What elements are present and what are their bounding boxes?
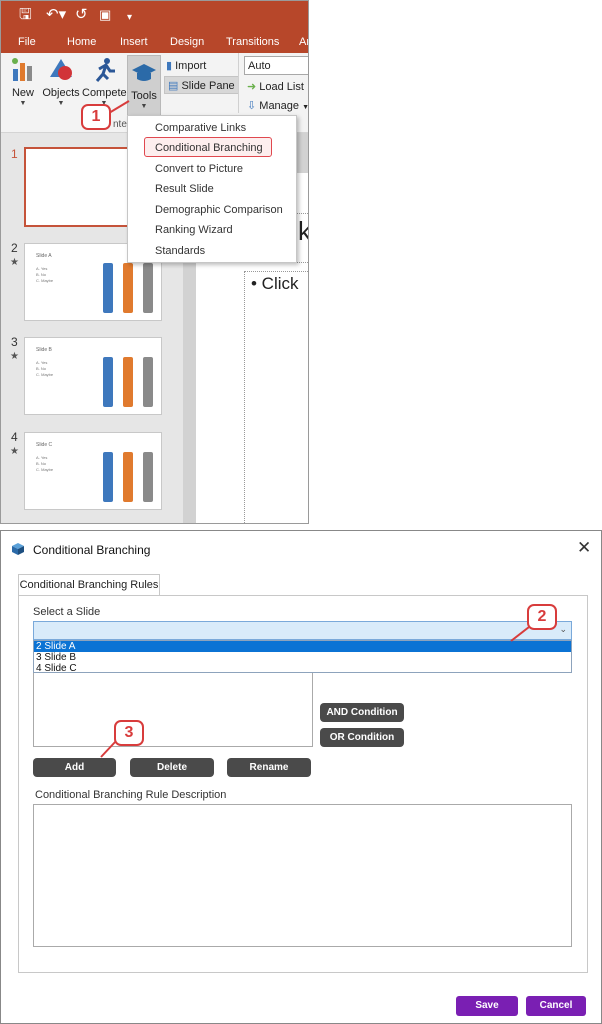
title-placeholder-text: k	[298, 216, 308, 247]
cancel-button[interactable]: Cancel	[526, 996, 586, 1016]
description-textarea[interactable]	[33, 804, 572, 947]
callout-pointers	[100, 626, 530, 758]
powerpoint-window: 🖫 ↶▾ ↺ ▣ ▾ File Home Insert Design Trans…	[0, 0, 309, 524]
chart-bar	[143, 357, 153, 407]
chart-bar	[123, 357, 133, 407]
conditional-branching-dialog: Conditional Branching ✕ Conditional Bran…	[0, 530, 602, 1024]
description-label: Conditional Branching Rule Description	[35, 789, 227, 801]
slide-title: Slide A	[36, 253, 52, 259]
menu-item-convert-to-picture[interactable]: Convert to Picture	[155, 163, 243, 175]
chart-bar	[123, 452, 133, 502]
menu-item-result-slide[interactable]: Result Slide	[155, 183, 214, 195]
slide-option: A. Yes	[36, 360, 48, 365]
slide-number: 4	[11, 430, 18, 444]
slide-number: 2	[11, 241, 18, 255]
slide-option: B. No	[36, 461, 47, 466]
slide-title: Slide C	[36, 442, 53, 448]
chart-bar	[143, 452, 153, 502]
slide-number: 3	[11, 335, 18, 349]
slide-option: A. Yes	[36, 266, 48, 271]
slide-thumbnail-4[interactable]: Slide C A. Yes B. No C. Maybe	[24, 432, 162, 510]
slide-option: A. Yes	[36, 455, 48, 460]
callout-badge-3: 3	[114, 720, 144, 746]
star-icon: ★	[10, 351, 19, 362]
menu-item-standards[interactable]: Standards	[155, 245, 205, 257]
slide-option: B. No	[36, 366, 47, 371]
chart-bar	[123, 263, 133, 313]
body-placeholder-text: • Click	[251, 274, 299, 293]
save-button[interactable]: Save	[456, 996, 518, 1016]
star-icon: ★	[10, 257, 19, 268]
slide-option: C. Maybe	[36, 467, 54, 472]
callout-pointer	[108, 100, 130, 114]
slide-option: C. Maybe	[36, 278, 54, 283]
star-icon: ★	[10, 446, 19, 457]
slide-number: 1	[11, 147, 18, 161]
chart-bar	[143, 263, 153, 313]
slide-thumbnail-3[interactable]: Slide B A. Yes B. No C. Maybe	[24, 337, 162, 415]
chart-bar	[103, 263, 113, 313]
callout-badge-1: 1	[81, 104, 111, 130]
body-placeholder[interactable]: • Click	[244, 271, 308, 523]
slide-option: C. Maybe	[36, 372, 54, 377]
chart-bar	[103, 357, 113, 407]
menu-item-conditional-branching[interactable]: Conditional Branching	[155, 142, 263, 154]
menu-item-demographic-comparison[interactable]: Demographic Comparison	[155, 204, 283, 216]
slide-title: Slide B	[36, 347, 52, 353]
slide-option: B. No	[36, 272, 47, 277]
chart-bar	[103, 452, 113, 502]
menu-item-ranking-wizard[interactable]: Ranking Wizard	[155, 224, 233, 236]
callout-badge-2: 2	[527, 604, 557, 630]
